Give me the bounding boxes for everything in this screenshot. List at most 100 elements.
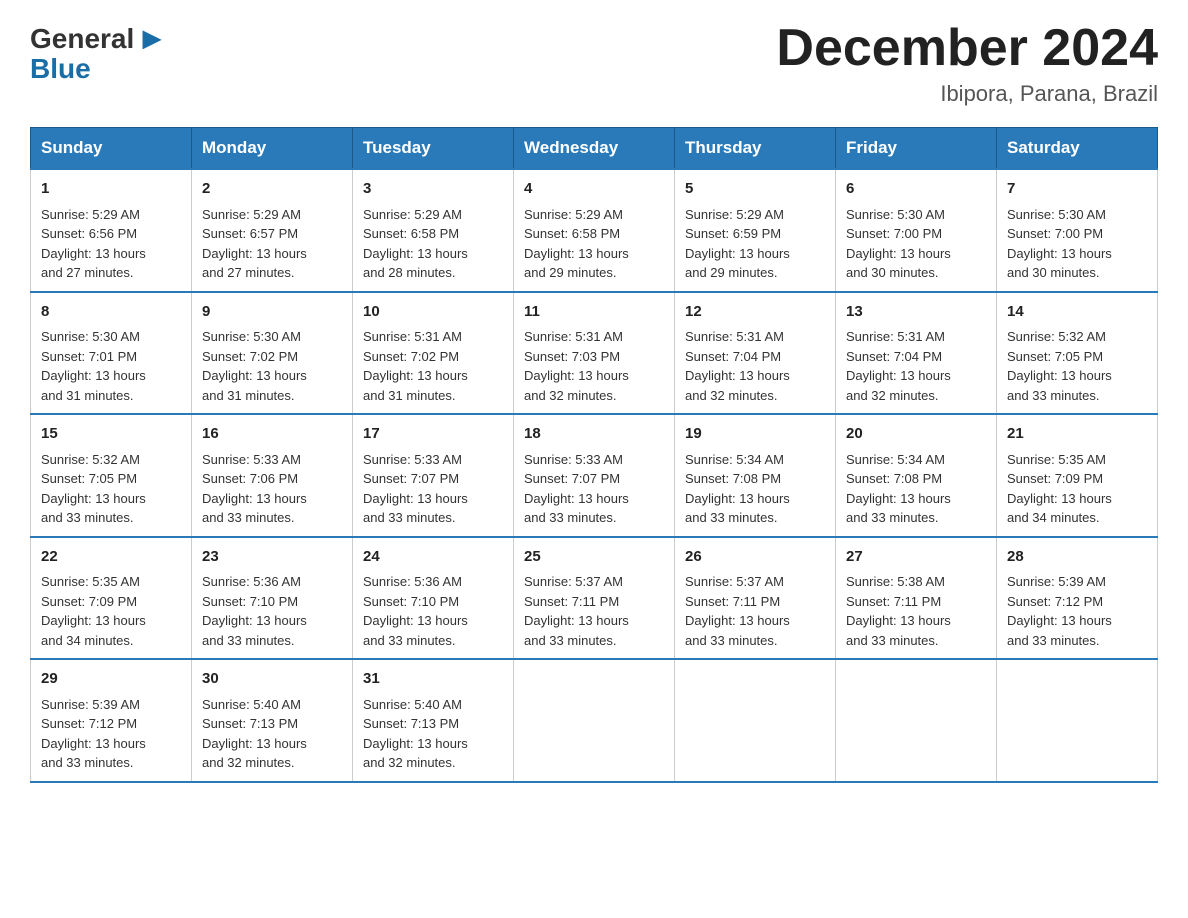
daylight-minutes: and 32 minutes.	[363, 755, 456, 770]
sunset-label: Sunset: 6:59 PM	[685, 226, 781, 241]
sunrise-label: Sunrise: 5:29 AM	[363, 207, 462, 222]
daylight-label: Daylight: 13 hours	[846, 368, 951, 383]
daylight-label: Daylight: 13 hours	[685, 246, 790, 261]
sunrise-label: Sunrise: 5:31 AM	[524, 329, 623, 344]
daylight-minutes: and 34 minutes.	[1007, 510, 1100, 525]
sunset-label: Sunset: 7:01 PM	[41, 349, 137, 364]
calendar-cell	[514, 659, 675, 782]
daylight-label: Daylight: 13 hours	[363, 368, 468, 383]
day-number: 12	[685, 301, 825, 324]
day-number: 1	[41, 178, 181, 201]
day-number: 18	[524, 423, 664, 446]
calendar-cell: 22 Sunrise: 5:35 AM Sunset: 7:09 PM Dayl…	[31, 537, 192, 660]
daylight-label: Daylight: 13 hours	[202, 246, 307, 261]
day-header-thursday: Thursday	[675, 128, 836, 170]
sunrise-label: Sunrise: 5:30 AM	[41, 329, 140, 344]
daylight-label: Daylight: 13 hours	[1007, 613, 1112, 628]
sunset-label: Sunset: 7:10 PM	[363, 594, 459, 609]
sunset-label: Sunset: 7:04 PM	[846, 349, 942, 364]
calendar-cell: 27 Sunrise: 5:38 AM Sunset: 7:11 PM Dayl…	[836, 537, 997, 660]
sunset-label: Sunset: 7:02 PM	[363, 349, 459, 364]
sunset-label: Sunset: 7:00 PM	[846, 226, 942, 241]
daylight-label: Daylight: 13 hours	[41, 613, 146, 628]
daylight-label: Daylight: 13 hours	[524, 246, 629, 261]
logo-general-text: General	[30, 23, 134, 55]
sunset-label: Sunset: 7:05 PM	[1007, 349, 1103, 364]
calendar-cell: 6 Sunrise: 5:30 AM Sunset: 7:00 PM Dayli…	[836, 169, 997, 292]
sunset-label: Sunset: 7:00 PM	[1007, 226, 1103, 241]
sunset-label: Sunset: 6:58 PM	[524, 226, 620, 241]
daylight-label: Daylight: 13 hours	[846, 491, 951, 506]
calendar-week-row: 22 Sunrise: 5:35 AM Sunset: 7:09 PM Dayl…	[31, 537, 1158, 660]
calendar-cell	[997, 659, 1158, 782]
calendar-cell: 10 Sunrise: 5:31 AM Sunset: 7:02 PM Dayl…	[353, 292, 514, 415]
daylight-label: Daylight: 13 hours	[202, 368, 307, 383]
sunrise-label: Sunrise: 5:36 AM	[202, 574, 301, 589]
calendar-cell: 30 Sunrise: 5:40 AM Sunset: 7:13 PM Dayl…	[192, 659, 353, 782]
daylight-label: Daylight: 13 hours	[685, 491, 790, 506]
sunrise-label: Sunrise: 5:40 AM	[363, 697, 462, 712]
calendar-cell: 2 Sunrise: 5:29 AM Sunset: 6:57 PM Dayli…	[192, 169, 353, 292]
sunrise-label: Sunrise: 5:37 AM	[524, 574, 623, 589]
sunrise-label: Sunrise: 5:29 AM	[524, 207, 623, 222]
day-number: 29	[41, 668, 181, 691]
page-header: General ► Blue December 2024 Ibipora, Pa…	[30, 20, 1158, 107]
daylight-label: Daylight: 13 hours	[202, 613, 307, 628]
daylight-minutes: and 33 minutes.	[41, 510, 134, 525]
daylight-label: Daylight: 13 hours	[685, 368, 790, 383]
calendar-cell: 19 Sunrise: 5:34 AM Sunset: 7:08 PM Dayl…	[675, 414, 836, 537]
sunset-label: Sunset: 7:12 PM	[41, 716, 137, 731]
calendar-cell: 26 Sunrise: 5:37 AM Sunset: 7:11 PM Dayl…	[675, 537, 836, 660]
sunrise-label: Sunrise: 5:32 AM	[1007, 329, 1106, 344]
day-number: 30	[202, 668, 342, 691]
month-title: December 2024	[776, 20, 1158, 77]
daylight-label: Daylight: 13 hours	[524, 613, 629, 628]
calendar-week-row: 15 Sunrise: 5:32 AM Sunset: 7:05 PM Dayl…	[31, 414, 1158, 537]
sunrise-label: Sunrise: 5:39 AM	[1007, 574, 1106, 589]
calendar-cell: 31 Sunrise: 5:40 AM Sunset: 7:13 PM Dayl…	[353, 659, 514, 782]
sunset-label: Sunset: 7:11 PM	[524, 594, 619, 609]
calendar-cell: 25 Sunrise: 5:37 AM Sunset: 7:11 PM Dayl…	[514, 537, 675, 660]
daylight-minutes: and 32 minutes.	[685, 388, 778, 403]
sunrise-label: Sunrise: 5:35 AM	[41, 574, 140, 589]
daylight-label: Daylight: 13 hours	[524, 368, 629, 383]
daylight-minutes: and 30 minutes.	[1007, 265, 1100, 280]
day-number: 28	[1007, 546, 1147, 569]
sunrise-label: Sunrise: 5:39 AM	[41, 697, 140, 712]
calendar-cell: 12 Sunrise: 5:31 AM Sunset: 7:04 PM Dayl…	[675, 292, 836, 415]
daylight-minutes: and 31 minutes.	[41, 388, 134, 403]
daylight-minutes: and 33 minutes.	[202, 510, 295, 525]
calendar-cell: 15 Sunrise: 5:32 AM Sunset: 7:05 PM Dayl…	[31, 414, 192, 537]
calendar-table: SundayMondayTuesdayWednesdayThursdayFrid…	[30, 127, 1158, 783]
calendar-cell: 1 Sunrise: 5:29 AM Sunset: 6:56 PM Dayli…	[31, 169, 192, 292]
calendar-cell: 16 Sunrise: 5:33 AM Sunset: 7:06 PM Dayl…	[192, 414, 353, 537]
daylight-minutes: and 28 minutes.	[363, 265, 456, 280]
daylight-label: Daylight: 13 hours	[363, 613, 468, 628]
day-number: 15	[41, 423, 181, 446]
calendar-cell	[836, 659, 997, 782]
sunrise-label: Sunrise: 5:31 AM	[846, 329, 945, 344]
day-number: 8	[41, 301, 181, 324]
daylight-minutes: and 33 minutes.	[1007, 633, 1100, 648]
day-header-sunday: Sunday	[31, 128, 192, 170]
daylight-label: Daylight: 13 hours	[363, 246, 468, 261]
sunset-label: Sunset: 7:10 PM	[202, 594, 298, 609]
daylight-label: Daylight: 13 hours	[846, 613, 951, 628]
daylight-label: Daylight: 13 hours	[202, 491, 307, 506]
day-number: 5	[685, 178, 825, 201]
calendar-cell: 9 Sunrise: 5:30 AM Sunset: 7:02 PM Dayli…	[192, 292, 353, 415]
day-number: 11	[524, 301, 664, 324]
calendar-week-row: 8 Sunrise: 5:30 AM Sunset: 7:01 PM Dayli…	[31, 292, 1158, 415]
day-header-tuesday: Tuesday	[353, 128, 514, 170]
daylight-minutes: and 32 minutes.	[524, 388, 617, 403]
sunset-label: Sunset: 6:58 PM	[363, 226, 459, 241]
sunrise-label: Sunrise: 5:33 AM	[524, 452, 623, 467]
sunrise-label: Sunrise: 5:29 AM	[41, 207, 140, 222]
calendar-week-row: 29 Sunrise: 5:39 AM Sunset: 7:12 PM Dayl…	[31, 659, 1158, 782]
day-number: 31	[363, 668, 503, 691]
day-number: 25	[524, 546, 664, 569]
sunset-label: Sunset: 7:04 PM	[685, 349, 781, 364]
day-header-friday: Friday	[836, 128, 997, 170]
sunrise-label: Sunrise: 5:32 AM	[41, 452, 140, 467]
logo-arrow-icon: ►	[136, 20, 168, 57]
